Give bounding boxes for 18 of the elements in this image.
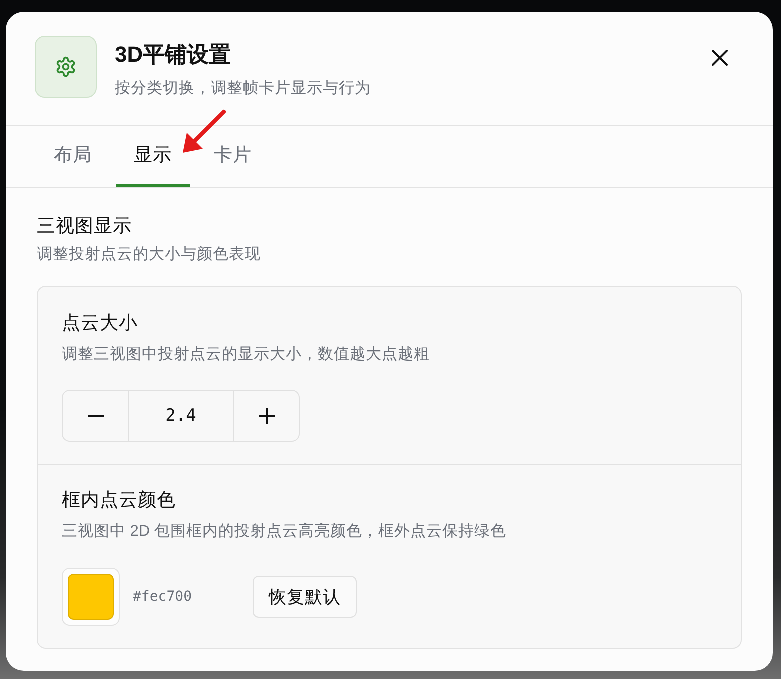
setting-title: 框内点云颜色 bbox=[62, 488, 176, 512]
setting-title: 点云大小 bbox=[62, 311, 138, 335]
setting-description: 调整三视图中投射点云的显示大小，数值越大点越粗 bbox=[62, 345, 430, 365]
section-title: 三视图显示 bbox=[37, 214, 132, 238]
setting-description: 三视图中 2D 包围框内的投射点云高亮颜色，框外点云保持绿色 bbox=[62, 522, 506, 542]
plus-icon bbox=[258, 408, 274, 424]
gear-icon bbox=[35, 36, 97, 98]
color-swatch-button[interactable] bbox=[62, 568, 120, 626]
dialog-title: 3D平铺设置 bbox=[115, 41, 232, 69]
reset-default-button[interactable]: 恢复默认 bbox=[253, 576, 358, 618]
tab[interactable]: 布局 bbox=[36, 126, 110, 187]
color-hex-value: #fec700 bbox=[133, 589, 192, 605]
section-description: 调整投射点云的大小与颜色表现 bbox=[37, 245, 261, 265]
close-icon bbox=[712, 50, 728, 66]
tab[interactable]: 卡片 bbox=[196, 126, 270, 187]
value-field[interactable]: 2.4 bbox=[128, 391, 234, 441]
minus-icon bbox=[88, 415, 104, 417]
dialog-subtitle: 按分类切换，调整帧卡片显示与行为 bbox=[115, 79, 371, 99]
